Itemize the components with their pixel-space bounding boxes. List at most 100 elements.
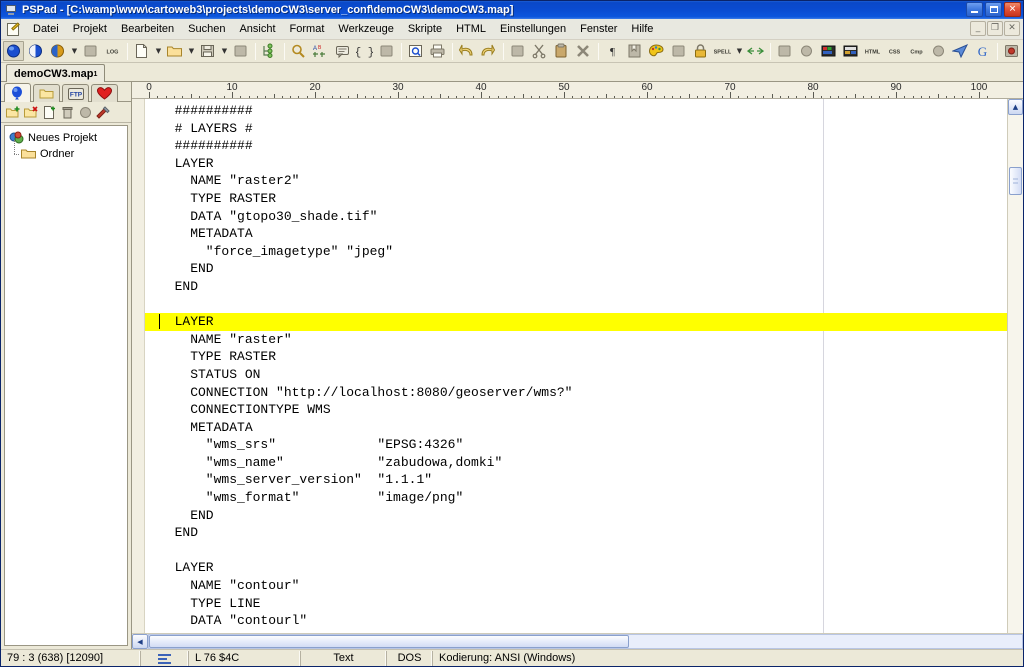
horizontal-scroll-thumb[interactable] [149, 635, 630, 648]
refresh-project-button[interactable] [76, 103, 94, 121]
text-diff-icon[interactable] [745, 41, 766, 61]
send-icon[interactable] [950, 41, 971, 61]
syntax-check-icon[interactable] [1001, 41, 1022, 61]
copy-icon[interactable] [507, 41, 528, 61]
spell-lang-icon[interactable]: SPELL [712, 41, 733, 61]
search-icon[interactable] [288, 41, 309, 61]
sidebar-tab-favorites[interactable] [91, 84, 118, 102]
log-icon[interactable]: LOG [102, 41, 123, 61]
undo-icon[interactable] [456, 41, 477, 61]
code-line[interactable] [145, 296, 1007, 314]
page-check-icon[interactable] [80, 41, 101, 61]
google-icon[interactable]: G [972, 41, 993, 61]
print-icon[interactable] [427, 41, 448, 61]
open-file-icon[interactable] [164, 41, 185, 61]
code-line[interactable]: "force_imagetype" "jpeg" [145, 243, 1007, 261]
scroll-up-button[interactable]: ▲ [1008, 99, 1023, 115]
code-editor[interactable]: ########## # LAYERS # ########## LAYER N… [145, 99, 1007, 633]
code-line[interactable]: DATA "contourl" [145, 612, 1007, 630]
close-project-button[interactable] [22, 103, 40, 121]
cut-icon[interactable] [529, 41, 550, 61]
sidebar-tab-explorer[interactable] [4, 83, 31, 102]
menu-item-skripte[interactable]: Skripte [401, 20, 449, 39]
code-line[interactable]: DATA "gtopo30_shade.tif" [145, 208, 1007, 226]
lock-icon[interactable] [690, 41, 711, 61]
new-file-dropdown-arrow[interactable]: ▼ [153, 41, 164, 61]
status-encoding[interactable]: Kodierung: ANSI (Windows) [433, 651, 1023, 666]
insert-table-icon[interactable] [774, 41, 795, 61]
remove-file-button[interactable] [58, 103, 76, 121]
add-file-button[interactable] [40, 103, 58, 121]
restore-button[interactable] [985, 2, 1002, 17]
code-line[interactable]: LAYER [145, 559, 1007, 577]
code-line[interactable]: METADATA [145, 419, 1007, 437]
code-line[interactable]: "wms_srs" "EPSG:4326" [145, 436, 1007, 454]
save-file-icon[interactable] [197, 41, 218, 61]
word-wrap-icon[interactable] [141, 650, 189, 666]
browser-globe-icon[interactable] [3, 41, 24, 61]
editor-gutter[interactable] [132, 99, 145, 633]
comment-icon[interactable] [332, 41, 353, 61]
code-line[interactable]: NAME "contour" [145, 577, 1007, 595]
project-settings-button[interactable] [94, 103, 112, 121]
code-line-highlighted[interactable]: LAYER [145, 313, 1007, 331]
file-explorer-icon[interactable] [259, 41, 280, 61]
code-line[interactable]: CONNECTIONTYPE WMS [145, 401, 1007, 419]
menu-item-html[interactable]: HTML [449, 20, 493, 39]
redo-icon[interactable] [478, 41, 499, 61]
paste-icon[interactable] [551, 41, 572, 61]
new-project-button[interactable] [4, 103, 22, 121]
save-dropdown-arrow[interactable]: ▼ [219, 41, 230, 61]
code-line[interactable]: NAME "raster2" [145, 172, 1007, 190]
menu-item-datei[interactable]: Datei [26, 20, 66, 39]
document-tab-democw3map[interactable]: demoCW3.map 1 [6, 64, 106, 82]
menu-item-fenster[interactable]: Fenster [573, 20, 624, 39]
book-icon[interactable] [376, 41, 397, 61]
print-preview-icon[interactable] [405, 41, 426, 61]
browser-preview-icon[interactable] [25, 41, 46, 61]
code-line[interactable]: TYPE LINE [145, 595, 1007, 613]
mdi-minimize-button[interactable]: _ [970, 21, 986, 36]
horizontal-scrollbar[interactable]: ◀ [132, 633, 1023, 649]
code-line[interactable]: NAME "raster" [145, 331, 1007, 349]
open-file-dropdown-arrow[interactable]: ▼ [186, 41, 197, 61]
tidy-icon[interactable] [928, 41, 949, 61]
horizontal-scroll-track[interactable] [148, 634, 1023, 649]
menu-item-suchen[interactable]: Suchen [181, 20, 232, 39]
new-file-icon[interactable] [131, 41, 152, 61]
project-tree[interactable]: Neues Projekt Ordner [4, 125, 128, 646]
code-line[interactable]: STATUS ON [145, 366, 1007, 384]
menu-item-format[interactable]: Format [283, 20, 332, 39]
code-line[interactable]: METADATA [145, 225, 1007, 243]
code-line[interactable]: ########## [145, 102, 1007, 120]
menu-item-hilfe[interactable]: Hilfe [624, 20, 660, 39]
tree-item-ordner[interactable]: Ordner [9, 140, 127, 162]
code-line[interactable]: # LAYERS # [145, 120, 1007, 138]
compress-icon[interactable]: Cmp [906, 41, 927, 61]
code-line[interactable]: ########## [145, 137, 1007, 155]
delete-icon[interactable] [573, 41, 594, 61]
scroll-left-button[interactable]: ◀ [132, 634, 148, 649]
code-line[interactable]: CONNECTION "http://localhost:8080/geoser… [145, 384, 1007, 402]
minimize-button[interactable] [966, 2, 983, 17]
sidebar-tab-ftp[interactable]: FTP [62, 84, 89, 102]
code-line[interactable]: "wms_name" "zabudowa,domki" [145, 454, 1007, 472]
status-file-type[interactable]: Text [301, 650, 387, 666]
bullet-icon[interactable] [796, 41, 817, 61]
mdi-close-button[interactable]: ✕ [1004, 21, 1020, 36]
mdi-restore-button[interactable]: ❐ [987, 21, 1003, 36]
close-button[interactable]: ✕ [1004, 2, 1021, 17]
menu-item-werkzeuge[interactable]: Werkzeuge [331, 20, 400, 39]
spell-dropdown-arrow[interactable]: ▼ [734, 41, 745, 61]
browser-internal-icon[interactable] [47, 41, 68, 61]
html-table-icon[interactable] [840, 41, 861, 61]
html-validate-icon[interactable]: HTML [862, 41, 883, 61]
sidebar-tab-folder[interactable] [33, 84, 60, 102]
browser-dropdown-arrow[interactable]: ▼ [69, 41, 80, 61]
code-line[interactable]: TYPE RASTER [145, 348, 1007, 366]
grid-icon[interactable] [668, 41, 689, 61]
code-line[interactable]: END [145, 507, 1007, 525]
html-tag-icon[interactable] [818, 41, 839, 61]
vertical-scroll-thumb[interactable] [1009, 167, 1022, 195]
color-picker-icon[interactable] [646, 41, 667, 61]
